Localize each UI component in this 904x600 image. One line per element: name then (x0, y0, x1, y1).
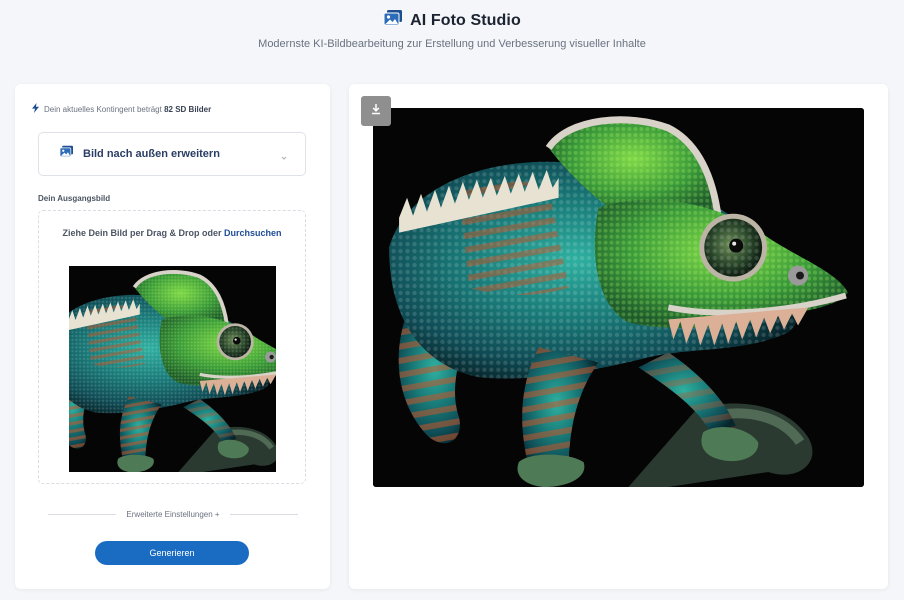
app-subtitle: Modernste KI-Bildbearbeitung zur Erstell… (258, 38, 646, 50)
images-icon (383, 9, 403, 32)
browse-link[interactable]: Durchsuchen (224, 228, 282, 238)
page-header: AI Foto Studio Modernste KI-Bildbearbeit… (0, 0, 904, 50)
download-icon (370, 102, 382, 120)
divider (48, 513, 117, 515)
mode-select-value: Bild nach außen erweitern (83, 148, 220, 160)
source-image-preview (69, 266, 276, 472)
images-icon (59, 145, 74, 163)
result-panel (349, 84, 888, 589)
result-image (373, 108, 864, 487)
title-row: AI Foto Studio (0, 9, 904, 32)
generate-button[interactable]: Generieren (95, 541, 249, 565)
quota-text: Dein aktuelles Kontingent beträgt 82 SD … (44, 104, 212, 114)
dropzone-text: Ziehe Dein Bild per Drag & Drop oder Dur… (62, 228, 282, 238)
quota-value: 82 SD Bilder (164, 104, 212, 114)
source-image-label: Dein Ausgangsbild (38, 194, 111, 203)
image-dropzone[interactable]: Ziehe Dein Bild per Drag & Drop oder Dur… (38, 210, 306, 484)
advanced-settings-toggle[interactable]: Erweiterte Einstellungen + (48, 508, 299, 520)
mode-select[interactable]: Bild nach außen erweitern (38, 132, 306, 176)
quota-info: Dein aktuelles Kontingent beträgt 82 SD … (32, 103, 211, 115)
divider (229, 513, 299, 515)
lightning-icon (32, 103, 39, 115)
download-button[interactable] (361, 96, 391, 126)
settings-panel: Dein aktuelles Kontingent beträgt 82 SD … (15, 84, 330, 589)
chevron-down-icon (280, 149, 288, 167)
app-title: AI Foto Studio (410, 11, 521, 29)
advanced-settings-label[interactable]: Erweiterte Einstellungen + (126, 510, 219, 519)
